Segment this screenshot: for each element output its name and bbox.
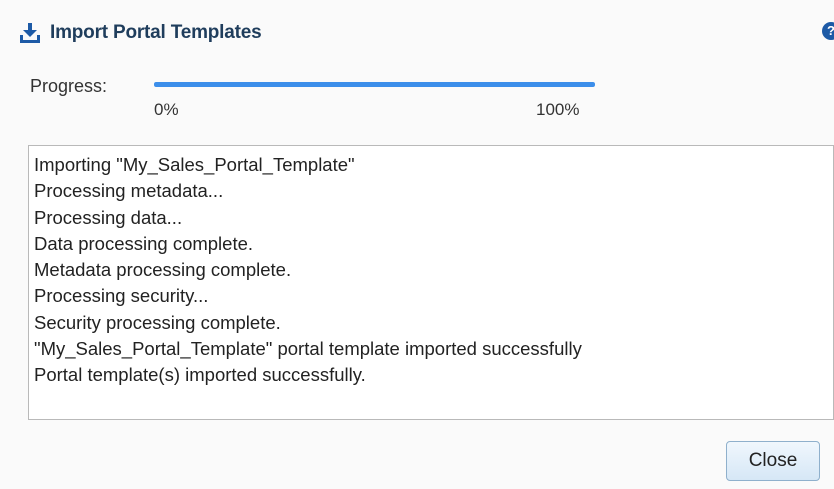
log-line: "My_Sales_Portal_Template" portal templa… xyxy=(34,338,582,360)
dialog-title: Import Portal Templates xyxy=(50,22,262,43)
dialog-header: Import Portal Templates xyxy=(18,18,262,48)
log-line: Processing data... xyxy=(34,206,183,228)
progress-min-label: 0% xyxy=(154,100,179,119)
close-button[interactable]: Close xyxy=(726,441,820,481)
log-line: Portal template(s) imported successfully… xyxy=(34,364,366,386)
log-line: Security processing complete. xyxy=(34,311,281,333)
import-log[interactable]: Importing "My_Sales_Portal_Template" Pro… xyxy=(28,145,834,420)
log-line: Processing metadata... xyxy=(34,180,224,202)
help-icon[interactable]: ? xyxy=(822,22,834,40)
progress-max-label: 100% xyxy=(536,100,580,119)
log-line: Metadata processing complete. xyxy=(34,259,292,281)
log-line: Data processing complete. xyxy=(34,232,254,254)
progress-bar xyxy=(154,82,595,87)
progress-label: Progress: xyxy=(30,76,108,96)
import-dialog: Import Portal Templates ? Progress: 0% 1… xyxy=(0,0,834,489)
download-icon xyxy=(18,21,42,45)
progress-bar-fill xyxy=(154,82,595,87)
log-line: Processing security... xyxy=(34,285,209,307)
log-line: Importing "My_Sales_Portal_Template" xyxy=(34,154,355,175)
progress-section: Progress: 0% 100% xyxy=(30,72,630,122)
